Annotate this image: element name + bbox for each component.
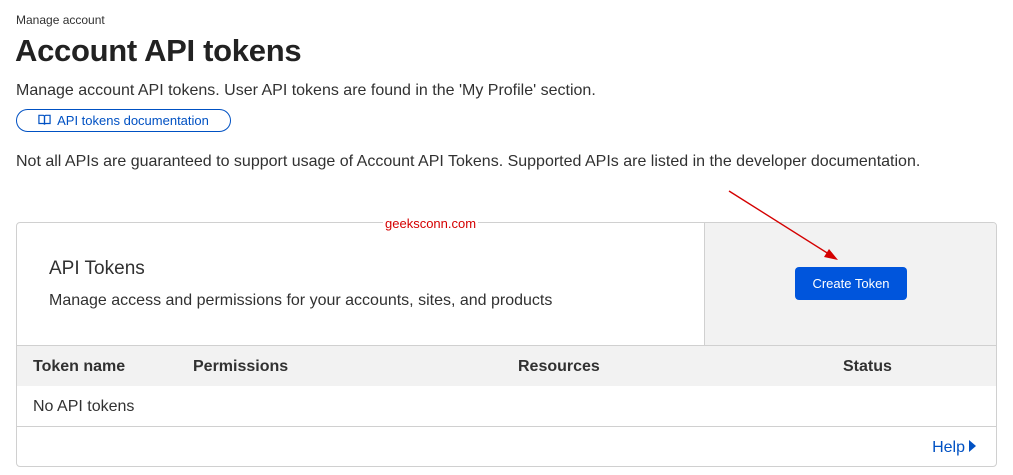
- empty-state-text: No API tokens: [33, 398, 135, 415]
- card-header: API Tokens Manage access and permissions…: [17, 223, 996, 346]
- create-token-button[interactable]: Create Token: [795, 267, 907, 300]
- column-status: Status: [843, 358, 892, 375]
- page-subtitle: Manage account API tokens. User API toke…: [16, 82, 596, 99]
- api-tokens-documentation-link[interactable]: API tokens documentation: [16, 109, 231, 132]
- card-header-info: API Tokens Manage access and permissions…: [17, 223, 704, 345]
- page-title: Account API tokens: [15, 33, 302, 68]
- column-token-name: Token name: [33, 358, 126, 375]
- caret-right-icon: [968, 439, 976, 457]
- book-icon: [38, 113, 51, 129]
- watermark-text: geeksconn.com: [383, 216, 479, 231]
- help-link[interactable]: Help: [932, 439, 976, 457]
- column-resources: Resources: [518, 358, 600, 375]
- api-tokens-card: API Tokens Manage access and permissions…: [16, 222, 997, 467]
- api-support-notice: Not all APIs are guaranteed to support u…: [16, 153, 921, 170]
- breadcrumb: Manage account: [16, 13, 105, 27]
- card-title: API Tokens: [49, 258, 145, 279]
- card-footer: Help: [17, 427, 996, 466]
- doc-link-label: API tokens documentation: [57, 113, 209, 128]
- column-permissions: Permissions: [193, 358, 289, 375]
- table-row: No API tokens: [17, 386, 996, 427]
- card-description: Manage access and permissions for your a…: [49, 292, 553, 309]
- help-label: Help: [932, 439, 965, 456]
- table-header: Token name Permissions Resources Status: [17, 346, 996, 386]
- card-header-actions: Create Token: [704, 223, 996, 345]
